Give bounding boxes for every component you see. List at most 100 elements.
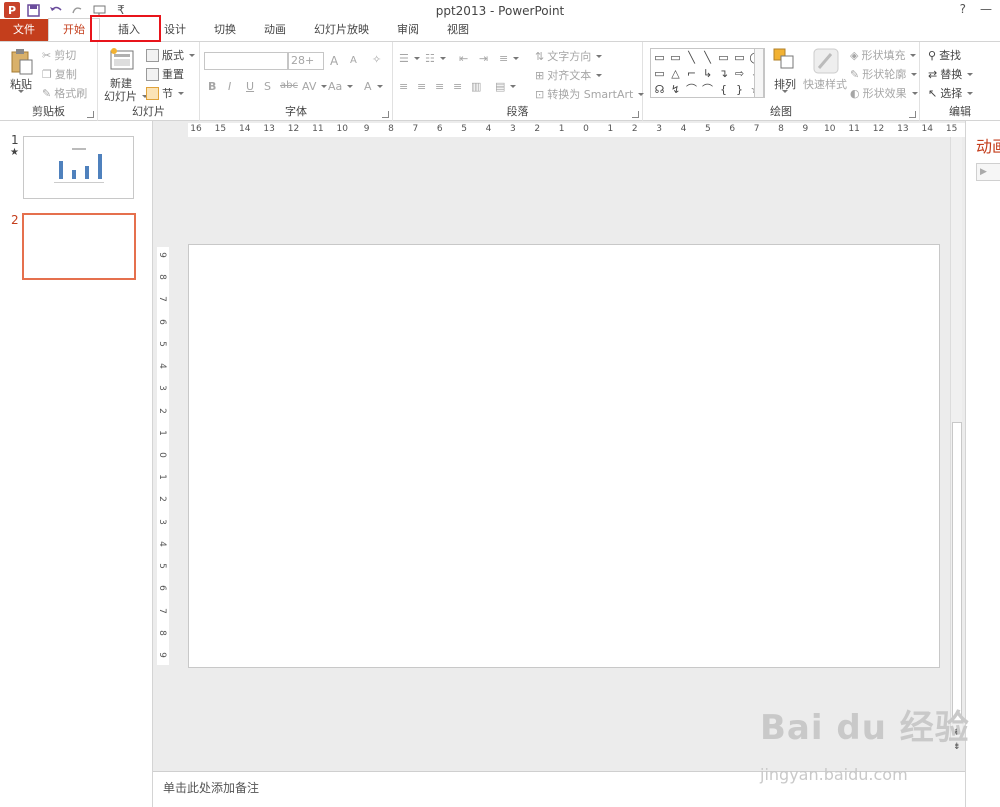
tab-file[interactable]: 文件 [0, 19, 48, 41]
columns-button[interactable]: ▤ [495, 80, 517, 93]
justify-icon[interactable]: ≡ [453, 80, 462, 93]
tab-view[interactable]: 视图 [433, 19, 483, 41]
ruler-tick-label: 7 [156, 296, 167, 303]
new-slide-icon[interactable] [110, 48, 134, 72]
arrange-dropdown[interactable] [780, 90, 788, 93]
replace-button[interactable]: ⇄ 替换 [928, 66, 974, 82]
callout-shape-icon[interactable]: ☊ [652, 82, 667, 97]
group-font: 28+ A A ✧ B I U S abc AV Aa A 字体 [200, 42, 393, 121]
shape-outline-button[interactable]: ✎ 形状轮廓 [850, 66, 918, 82]
effects-icon: ◐ [850, 86, 860, 100]
underline-button[interactable]: U [246, 80, 254, 93]
section-icon [146, 86, 159, 100]
tab-animations[interactable]: 动画 [250, 19, 300, 41]
minimize-button[interactable]: — [980, 2, 992, 16]
arc-shape-icon[interactable]: ⌒ [684, 82, 699, 97]
italic-button[interactable]: I [228, 80, 231, 93]
section-button[interactable]: 节 [146, 85, 184, 101]
arrow-line-shape-icon[interactable]: ╲ [700, 50, 715, 65]
tab-transitions[interactable]: 切换 [200, 19, 250, 41]
shape-effects-button[interactable]: ◐ 形状效果 [850, 85, 918, 101]
text-box-shape-icon[interactable]: ▭ [652, 50, 667, 65]
find-button[interactable]: ⚲ 查找 [928, 47, 961, 63]
vertical-scrollbar[interactable]: ▾ [950, 137, 962, 741]
cut-button[interactable]: ✂ 剪切 [42, 47, 76, 63]
new-slide-label-line2: 幻灯片 [104, 90, 137, 103]
vertical-text-box-shape-icon[interactable]: ▭ [668, 50, 683, 65]
tab-review[interactable]: 审阅 [383, 19, 433, 41]
grow-font-button[interactable]: A [330, 54, 338, 68]
curve-shape-icon[interactable]: ⌒ [700, 82, 715, 97]
align-center-icon[interactable]: ≡ [417, 80, 426, 93]
lightning-shape-icon[interactable]: ↯ [668, 82, 683, 97]
slide-canvas[interactable] [188, 244, 940, 668]
shape-fill-button[interactable]: ◈ 形状填充 [850, 47, 917, 63]
font-launcher-icon[interactable] [382, 111, 389, 118]
clear-format-icon[interactable]: ✧ [372, 53, 381, 66]
scrollbar-thumb[interactable] [952, 422, 962, 722]
paragraph-launcher-icon[interactable] [632, 111, 639, 118]
triangle-shape-icon[interactable]: △ [668, 66, 683, 81]
line-spacing-button[interactable]: ≡ [499, 52, 520, 65]
rect2-shape-icon[interactable]: ▭ [652, 66, 667, 81]
bullets-button[interactable]: ☰ [399, 52, 420, 65]
vertical-ruler: 9 8 7 6 5 4 3 2 1 0 1 2 3 4 5 6 7 8 9 [157, 247, 169, 665]
copy-button[interactable]: ❐ 复制 [42, 66, 77, 82]
char-spacing-button[interactable]: AV [302, 80, 328, 93]
elbow-connector-shape-icon[interactable]: ⌐ [684, 66, 699, 81]
slide-thumbnail-2[interactable] [22, 213, 136, 280]
quick-styles-button[interactable]: 快速样式 [803, 76, 847, 92]
ruler-tick-label: 8 [778, 124, 784, 134]
change-case-button[interactable]: Aa [328, 80, 354, 93]
numbering-button[interactable]: ☷ [425, 52, 446, 65]
paragraph-group-label: 段落 [506, 105, 529, 118]
text-direction-button[interactable]: ⇅ 文字方向 [535, 48, 603, 64]
help-button[interactable]: ? [960, 2, 966, 16]
paint-bucket-icon: ◈ [850, 48, 859, 62]
shapes-gallery[interactable]: ▭ ▭ ╲ ╲ ▭ ▭ ◯ ▭ △ ⌐ ↳ ↴ ⇨ ⇩ ☊ ↯ ⌒ ⌒ { } … [650, 48, 765, 98]
strikethrough-button[interactable]: abc [280, 80, 298, 91]
decrease-indent-icon[interactable]: ⇤ [459, 52, 468, 65]
paste-icon[interactable] [10, 48, 34, 76]
elbow-arrow-shape-icon[interactable]: ↳ [700, 66, 715, 81]
distribute-icon[interactable]: ▥ [471, 80, 481, 93]
select-label: 选择 [940, 87, 963, 100]
line-shape-icon[interactable]: ╲ [684, 50, 699, 65]
quick-styles-icon[interactable] [813, 48, 839, 74]
horizontal-ruler: 16 15 14 13 12 11 10 9 8 7 6 5 4 3 2 1 0 1 2 3 4 5 6 7 8 9 10 11 12 1… [188, 123, 983, 137]
tab-slideshow[interactable]: 幻灯片放映 [300, 19, 383, 41]
play-button[interactable]: ▶ [976, 163, 1000, 181]
ruler-tick-label: 2 [156, 496, 167, 503]
arrange-icon[interactable] [773, 48, 795, 70]
shapes-gallery-scroll[interactable] [754, 48, 764, 98]
change-case-label: Aa [328, 80, 343, 93]
left-brace-shape-icon[interactable]: { [716, 82, 731, 97]
shrink-font-button[interactable]: A [350, 55, 357, 66]
shape-outline-label: 形状轮廓 [862, 68, 907, 81]
clipboard-launcher-icon[interactable] [87, 111, 94, 118]
smartart-button[interactable]: ⊡ 转换为 SmartArt [535, 86, 645, 102]
font-family-combo[interactable] [204, 52, 288, 70]
align-right-icon[interactable]: ≡ [435, 80, 444, 93]
elbow-double-arrow-shape-icon[interactable]: ↴ [716, 66, 731, 81]
shadow-button[interactable]: S [264, 80, 271, 93]
reset-button[interactable]: 重置 [146, 66, 184, 82]
bold-button[interactable]: B [208, 80, 216, 93]
increase-indent-icon[interactable]: ⇥ [479, 52, 488, 65]
rectangle-shape-icon[interactable]: ▭ [716, 50, 731, 65]
format-painter-button[interactable]: ✎ 格式刷 [42, 85, 87, 101]
drawing-launcher-icon[interactable] [909, 111, 916, 118]
slide-thumbnail-1[interactable] [23, 136, 134, 199]
ruler-tick-label: 4 [156, 363, 167, 369]
font-size-combo[interactable]: 28+ [288, 52, 324, 70]
right-brace-shape-icon[interactable]: } [732, 82, 747, 97]
layout-button[interactable]: 版式 [146, 47, 195, 63]
align-left-icon[interactable]: ≡ [399, 80, 408, 93]
right-arrow-shape-icon[interactable]: ⇨ [732, 66, 747, 81]
rounded-rect-shape-icon[interactable]: ▭ [732, 50, 747, 65]
new-slide-button[interactable]: 幻灯片 [104, 88, 148, 104]
select-button[interactable]: ↖ 选择 [928, 85, 974, 101]
align-text-button[interactable]: ⊞ 对齐文本 [535, 67, 603, 83]
paste-dropdown[interactable] [16, 90, 24, 93]
font-color-button[interactable]: A [364, 80, 383, 93]
